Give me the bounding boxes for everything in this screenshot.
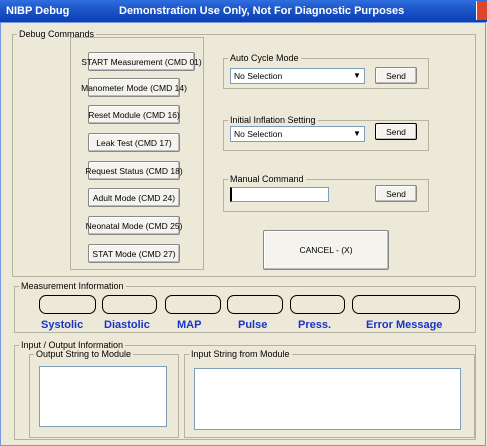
reset-module-button[interactable]: Reset Module (CMD 16) — [88, 105, 180, 124]
manual-command-send-button[interactable]: Send — [375, 185, 417, 202]
error-message-box — [352, 295, 460, 314]
measurement-information-legend: Measurement Information — [21, 281, 124, 291]
output-string-legend: Output String to Module — [36, 349, 132, 359]
manual-command-legend: Manual Command — [230, 174, 304, 184]
systolic-label: Systolic — [41, 319, 84, 331]
cancel-button[interactable]: CANCEL - (X) — [263, 230, 389, 270]
app-title: NIBP Debug — [6, 5, 70, 17]
input-string-legend: Input String from Module — [191, 349, 290, 359]
pulse-label: Pulse — [238, 319, 268, 331]
manometer-mode-button[interactable]: Manometer Mode (CMD 14) — [81, 78, 187, 97]
initial-inflation-legend: Initial Inflation Setting — [230, 115, 316, 125]
chevron-down-icon[interactable]: ▼ — [352, 71, 362, 81]
auto-cycle-select[interactable]: No Selection ▼ — [230, 68, 365, 84]
stat-mode-button[interactable]: STAT Mode (CMD 27) — [88, 244, 180, 263]
auto-cycle-value: No Selection — [234, 71, 283, 81]
main-window: Debug Commands START Measurement (CMD 01… — [0, 22, 486, 446]
title-bar: NIBP Debug Demonstration Use Only, Not F… — [0, 0, 487, 22]
pressure-label: Press. — [298, 319, 332, 331]
initial-inflation-value: No Selection — [234, 129, 283, 139]
start-measurement-button[interactable]: START Measurement (CMD 01) — [81, 52, 202, 71]
command-buttons-panel — [70, 37, 204, 270]
initial-inflation-select[interactable]: No Selection ▼ — [230, 126, 365, 142]
manual-command-input[interactable] — [230, 187, 329, 202]
leak-test-button[interactable]: Leak Test (CMD 17) — [88, 133, 180, 152]
neonatal-mode-button[interactable]: Neonatal Mode (CMD 25) — [86, 216, 182, 235]
chevron-down-icon[interactable]: ▼ — [352, 129, 362, 139]
diastolic-value-box — [102, 295, 157, 314]
auto-cycle-legend: Auto Cycle Mode — [230, 53, 299, 63]
window-subtitle: Demonstration Use Only, Not For Diagnost… — [119, 5, 405, 17]
request-status-button[interactable]: Request Status (CMD 18) — [85, 161, 183, 180]
adult-mode-button[interactable]: Adult Mode (CMD 24) — [88, 188, 180, 207]
auto-cycle-send-button[interactable]: Send — [375, 67, 417, 84]
output-string-textarea[interactable] — [39, 366, 167, 427]
input-string-textarea[interactable] — [194, 368, 461, 430]
diastolic-label: Diastolic — [104, 319, 150, 331]
pressure-value-box — [290, 295, 345, 314]
systolic-value-box — [39, 295, 96, 314]
error-message-label: Error Message — [366, 319, 443, 331]
map-label: MAP — [177, 319, 202, 331]
close-button[interactable] — [476, 1, 487, 20]
map-value-box — [165, 295, 221, 314]
pulse-value-box — [227, 295, 283, 314]
initial-inflation-send-button[interactable]: Send — [375, 123, 417, 140]
